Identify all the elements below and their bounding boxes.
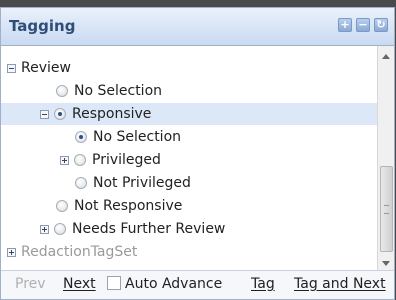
panel-header: Tagging + − ↻: [1, 8, 394, 46]
tagging-panel: Tagging + − ↻ Review No Selection Respon…: [0, 7, 395, 300]
tree-scrollbar[interactable]: [377, 46, 394, 272]
tree-row-needs-further-review[interactable]: Needs Further Review: [1, 218, 379, 240]
scroll-down-icon[interactable]: [382, 261, 390, 266]
tree-row-responsive-no-selection[interactable]: No Selection: [1, 126, 379, 148]
radio-selected-icon[interactable]: [54, 108, 66, 120]
auto-advance-checkbox[interactable]: [107, 276, 121, 290]
tree-row-review[interactable]: Review: [1, 57, 379, 79]
radio-selected-icon[interactable]: [75, 131, 87, 143]
tree-label-review: Review: [21, 60, 71, 76]
tree-label-not-privileged: Not Privileged: [93, 175, 191, 191]
prev-link[interactable]: Prev: [15, 276, 46, 292]
scrollbar-thumb[interactable]: [380, 166, 393, 252]
refresh-button[interactable]: ↻: [374, 18, 388, 32]
tree-row-not-privileged[interactable]: Not Privileged: [1, 172, 379, 194]
radio-icon[interactable]: [54, 223, 66, 235]
tag-link[interactable]: Tag: [251, 276, 275, 292]
expand-icon[interactable]: [40, 224, 49, 234]
tree-label-not-responsive: Not Responsive: [74, 198, 183, 214]
collapse-icon[interactable]: [40, 109, 49, 119]
tree-label-redaction-tag-set: RedactionTagSet: [21, 244, 138, 260]
radio-icon[interactable]: [75, 177, 87, 189]
panel-title: Tagging: [9, 17, 76, 35]
collapse-icon[interactable]: [7, 63, 16, 73]
tree-row-privileged[interactable]: Privileged: [1, 149, 379, 171]
tree-label-needs-further-review: Needs Further Review: [72, 221, 226, 237]
next-link[interactable]: Next: [63, 276, 96, 292]
radio-icon[interactable]: [56, 85, 68, 97]
expand-all-button[interactable]: +: [338, 18, 352, 32]
tag-and-next-link[interactable]: Tag and Next: [294, 276, 386, 292]
expand-icon[interactable]: [7, 247, 16, 257]
auto-advance-label: Auto Advance: [125, 276, 223, 292]
tree-row-no-selection[interactable]: No Selection: [1, 80, 379, 102]
panel-footer: Prev Next Auto Advance Tag Tag and Next: [1, 270, 394, 299]
tree-label-no-selection: No Selection: [93, 129, 182, 145]
tree-label-privileged: Privileged: [92, 152, 161, 168]
grip-icon: [384, 205, 389, 214]
expand-icon[interactable]: [60, 155, 69, 165]
tree-label-no-selection: No Selection: [74, 83, 163, 99]
tree-row-not-responsive[interactable]: Not Responsive: [1, 195, 379, 217]
header-buttons: + − ↻: [338, 18, 388, 32]
tree-label-responsive: Responsive: [72, 106, 152, 122]
scroll-up-icon[interactable]: [382, 54, 390, 59]
radio-icon[interactable]: [56, 200, 68, 212]
auto-advance-toggle[interactable]: Auto Advance: [107, 276, 222, 292]
tree-row-redaction-tag-set[interactable]: RedactionTagSet: [1, 241, 379, 263]
collapse-all-button[interactable]: −: [356, 18, 370, 32]
tag-tree: Review No Selection Responsive No Select…: [1, 46, 379, 272]
tree-row-responsive[interactable]: Responsive: [1, 103, 379, 125]
radio-icon[interactable]: [74, 154, 86, 166]
